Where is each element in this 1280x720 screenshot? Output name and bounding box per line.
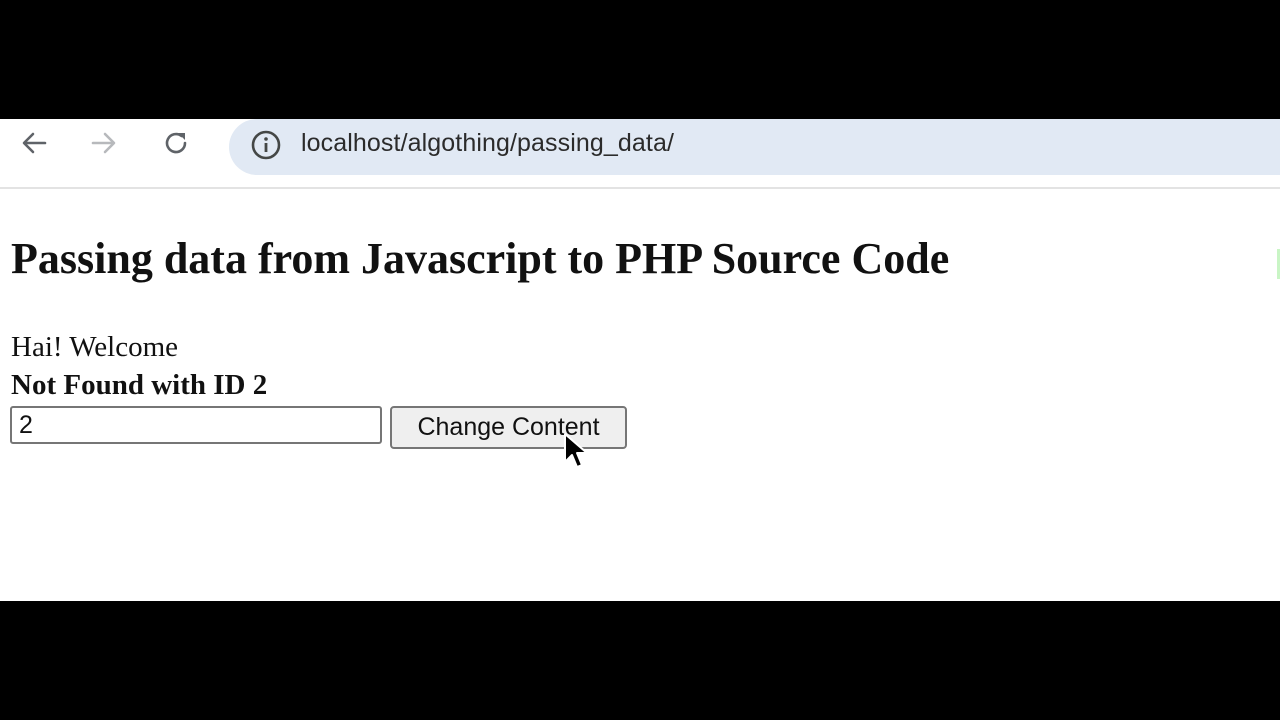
page-title: Passing data from Javascript to PHP Sour… xyxy=(11,234,950,283)
browser-window: localhost/algothing/passing_data/ Passin… xyxy=(0,119,1280,601)
arrow-right-icon xyxy=(91,132,116,154)
info-icon[interactable] xyxy=(249,128,283,162)
welcome-text: Hai! Welcome xyxy=(11,331,179,363)
reload-icon xyxy=(165,132,187,154)
forward-button[interactable] xyxy=(86,125,122,161)
result-text: Not Found with ID 2 xyxy=(11,369,268,401)
mouse-pointer-icon xyxy=(564,433,588,468)
browser-toolbar: localhost/algothing/passing_data/ xyxy=(0,119,1280,189)
back-button[interactable] xyxy=(16,125,52,161)
url-text: localhost/algothing/passing_data/ xyxy=(301,129,675,157)
reload-button[interactable] xyxy=(158,125,194,161)
change-content-button[interactable]: Change Content xyxy=(390,406,627,449)
arrow-left-icon xyxy=(22,132,47,154)
page-content: Passing data from Javascript to PHP Sour… xyxy=(0,189,1280,601)
video-frame: localhost/algothing/passing_data/ Passin… xyxy=(0,0,1280,720)
address-bar[interactable]: localhost/algothing/passing_data/ xyxy=(229,119,1280,175)
id-input[interactable] xyxy=(10,406,382,444)
